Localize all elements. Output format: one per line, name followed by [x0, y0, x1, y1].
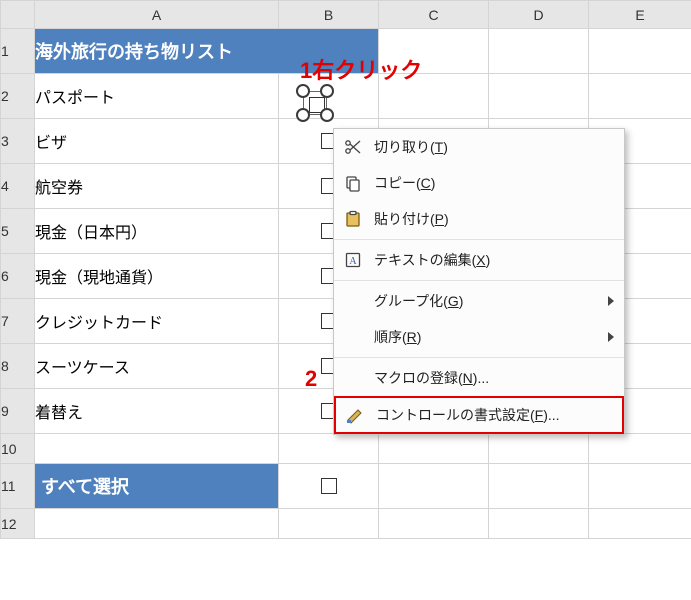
cell-E1[interactable]: [589, 29, 691, 74]
cell-D11[interactable]: [489, 464, 589, 509]
submenu-arrow-icon: [608, 332, 614, 342]
row-header-4[interactable]: 4: [1, 164, 35, 209]
paste-icon: [342, 208, 364, 230]
blank-icon: [342, 326, 364, 348]
cell-A2[interactable]: パスポート: [35, 74, 279, 119]
menu-item-edit-text[interactable]: A テキストの編集(X): [334, 242, 624, 278]
blank-icon: [342, 290, 364, 312]
submenu-arrow-icon: [608, 296, 614, 306]
menu-item-cut[interactable]: 切り取り(T): [334, 129, 624, 165]
menu-label-group: グループ化(G): [374, 291, 600, 311]
menu-separator-3: [334, 357, 624, 358]
menu-item-paste[interactable]: 貼り付け(P): [334, 201, 624, 237]
cell-A4[interactable]: 航空券: [35, 164, 279, 209]
cell-B10[interactable]: [279, 434, 379, 464]
cell-A5[interactable]: 現金（日本円）: [35, 209, 279, 254]
cell-B11[interactable]: [279, 464, 379, 509]
cell-D1[interactable]: [489, 29, 589, 74]
context-menu: 切り取り(T) コピー(C) 貼り付け(P) A テキストの編集(X) グループ…: [333, 128, 625, 435]
menu-label-paste: 貼り付け(P): [374, 209, 614, 229]
menu-separator-1: [334, 239, 624, 240]
copy-icon: [342, 172, 364, 194]
cell-A9[interactable]: 着替え: [35, 389, 279, 434]
menu-item-format-control[interactable]: コントロールの書式設定(F)...: [334, 396, 624, 434]
menu-label-order: 順序(R): [374, 327, 600, 347]
cell-D10[interactable]: [489, 434, 589, 464]
row-header-6[interactable]: 6: [1, 254, 35, 299]
col-header-E[interactable]: E: [589, 1, 691, 29]
scissors-icon: [342, 136, 364, 158]
row-header-8[interactable]: 8: [1, 344, 35, 389]
col-header-D[interactable]: D: [489, 1, 589, 29]
cell-C12[interactable]: [379, 509, 489, 539]
menu-label-format-control: コントロールの書式設定(F)...: [376, 405, 612, 425]
row-header-7[interactable]: 7: [1, 299, 35, 344]
menu-label-assign-macro: マクロの登録(N)...: [374, 368, 614, 388]
cell-B12[interactable]: [279, 509, 379, 539]
row-header-2[interactable]: 2: [1, 74, 35, 119]
menu-label-edit-text: テキストの編集(X): [374, 250, 614, 270]
cell-A3[interactable]: ビザ: [35, 119, 279, 164]
row-10: 10: [1, 434, 691, 464]
edit-text-icon: A: [342, 249, 364, 271]
cell-E10[interactable]: [589, 434, 691, 464]
cell-C10[interactable]: [379, 434, 489, 464]
cell-A12[interactable]: [35, 509, 279, 539]
row-header-11[interactable]: 11: [1, 464, 35, 509]
row-header-1[interactable]: 1: [1, 29, 35, 74]
row-11: 11 すべて選択: [1, 464, 691, 509]
menu-item-copy[interactable]: コピー(C): [334, 165, 624, 201]
cell-A11[interactable]: すべて選択: [35, 464, 279, 509]
cell-E11[interactable]: [589, 464, 691, 509]
menu-item-assign-macro[interactable]: マクロの登録(N)...: [334, 360, 624, 396]
cell-C11[interactable]: [379, 464, 489, 509]
cell-E2[interactable]: [589, 74, 691, 119]
checkbox-select-all[interactable]: [321, 478, 337, 494]
annotation-step2: 2: [305, 366, 317, 392]
cell-D12[interactable]: [489, 509, 589, 539]
cell-A7[interactable]: クレジットカード: [35, 299, 279, 344]
blank-icon: [342, 367, 364, 389]
menu-item-order[interactable]: 順序(R): [334, 319, 624, 355]
col-header-C[interactable]: C: [379, 1, 489, 29]
row-header-3[interactable]: 3: [1, 119, 35, 164]
spreadsheet-view: A B C D E 1 海外旅行の持ち物リスト 2 パスポート 3 ビザ: [0, 0, 691, 600]
format-control-icon: [344, 404, 366, 426]
row-12: 12: [1, 509, 691, 539]
svg-text:A: A: [349, 256, 357, 267]
cell-E12[interactable]: [589, 509, 691, 539]
cell-A10[interactable]: [35, 434, 279, 464]
menu-separator-2: [334, 280, 624, 281]
menu-label-cut: 切り取り(T): [374, 137, 614, 157]
annotation-step1: 1右クリック: [300, 53, 422, 85]
row-header-5[interactable]: 5: [1, 209, 35, 254]
select-all-corner[interactable]: [1, 1, 35, 29]
col-header-B[interactable]: B: [279, 1, 379, 29]
row-header-9[interactable]: 9: [1, 389, 35, 434]
col-header-A[interactable]: A: [35, 1, 279, 29]
row-header-12[interactable]: 12: [1, 509, 35, 539]
menu-label-copy: コピー(C): [374, 173, 614, 193]
row-header-10[interactable]: 10: [1, 434, 35, 464]
cell-A8[interactable]: スーツケース: [35, 344, 279, 389]
cell-D2[interactable]: [489, 74, 589, 119]
column-header-row: A B C D E: [1, 1, 691, 29]
cell-A6[interactable]: 現金（現地通貨）: [35, 254, 279, 299]
menu-item-group[interactable]: グループ化(G): [334, 283, 624, 319]
